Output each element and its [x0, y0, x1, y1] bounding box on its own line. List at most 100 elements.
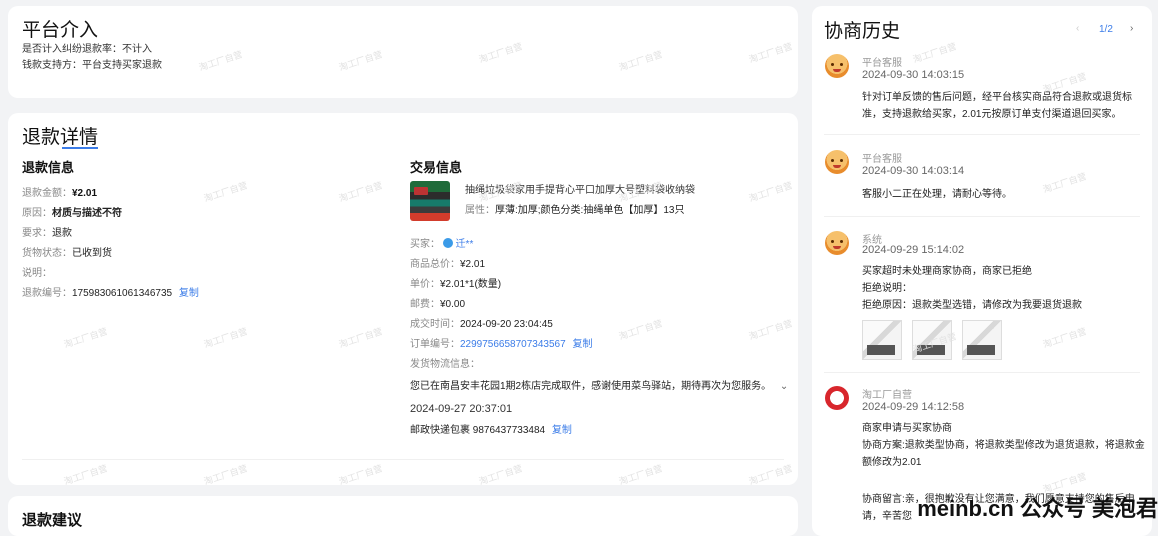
watermark: 淘工厂自营: [202, 463, 249, 485]
history-divider: [824, 372, 1140, 373]
postage-value: ¥0.00: [440, 299, 466, 310]
logistics-time: 2024-09-27 20:37:01: [410, 403, 513, 415]
refund-amount: ¥2.01: [72, 188, 98, 199]
history-divider: [824, 134, 1140, 135]
unit-label: 单价：: [410, 279, 440, 290]
watermark: 淘工厂自营: [62, 326, 109, 350]
history-time: 2024-09-29 14:12:58: [862, 401, 965, 413]
buyer-avatar-icon: [442, 238, 453, 248]
history-time: 2024-09-29 15:14:02: [862, 244, 965, 256]
fund-support-line: 钱款支持方：平台支持买家退款: [22, 60, 162, 71]
history-divider: [824, 216, 1140, 217]
logistics-message: 您已在南昌安丰花园1期2栋店完成取件，感谢使用菜鸟驿站，期待再次为您服务。 ⌄: [410, 377, 788, 397]
evidence-image-3[interactable]: [962, 320, 1002, 360]
watermark: 淘工厂自营: [337, 463, 384, 485]
total-value: ¥2.01: [460, 259, 486, 270]
history-text: 商家申请与买家协商: [862, 423, 952, 434]
copy-express-no-button[interactable]: 复制: [552, 425, 572, 436]
dispute-rate-line: 是否计入纠纷退款率：不计入: [22, 44, 152, 55]
history-author: 平台客服: [862, 58, 902, 69]
buyer-name[interactable]: 迁**: [456, 239, 474, 250]
unit-value: ¥2.01*1(数量): [440, 279, 502, 290]
refund-detail-title-text: 退款详情: [22, 127, 99, 148]
watermark: 淘工厂自营: [747, 463, 794, 485]
platform-title: 平台介入: [22, 20, 99, 41]
history-title: 协商历史: [824, 21, 901, 42]
watermark: 淘工厂自营: [337, 180, 384, 204]
watermark: 淘工厂自营: [911, 41, 958, 65]
watermark: 淘工厂自营: [617, 463, 664, 485]
attr-value: 厚薄:加厚;颜色分类:抽绳单色【加厚】13只: [495, 205, 685, 216]
logistics-label: 发货物流信息：: [410, 355, 480, 375]
pager-next-icon[interactable]: ›: [1130, 23, 1133, 34]
evidence-image-2[interactable]: [912, 320, 952, 360]
watermark: 淘工厂自营: [747, 318, 794, 342]
watermark: 淘工厂自营: [617, 318, 664, 342]
refund-amount-row: 退款金额：¥2.01: [22, 184, 97, 204]
logistics-label-text: 发货物流信息：: [410, 359, 480, 370]
history-time: 2024-09-30 14:03:15: [862, 69, 965, 81]
request-row: 要求：退款: [22, 224, 72, 244]
order-no-label: 订单编号：: [410, 339, 460, 350]
attr-label: 属性：: [465, 205, 495, 216]
section-divider: [22, 459, 784, 460]
watermark: 淘工厂自营: [337, 49, 384, 73]
express-label: 邮政快递包裹: [410, 425, 470, 436]
deal-time-value: 2024-09-20 23:04:45: [460, 319, 553, 330]
watermark: 淘工厂自营: [747, 41, 794, 65]
total-row: 商品总价：¥2.01: [410, 255, 485, 275]
history-text: 针对订单反馈的售后问题，经平台核实商品符合退款或退货标: [862, 92, 1132, 103]
reason-label: 原因：: [22, 208, 52, 219]
history-text: 买家超时未处理商家协商，商家已拒绝: [862, 266, 1032, 277]
total-label: 商品总价：: [410, 259, 460, 270]
refund-no-label: 退款编号：: [22, 288, 72, 299]
postage-label: 邮费：: [410, 299, 440, 310]
history-text: 协商方案:退款类型协商，将退款类型修改为退货退款，将退款金: [862, 440, 1145, 451]
refund-no-row: 退款编号：175983061061346735 复制: [22, 284, 199, 304]
product-name[interactable]: 抽绳垃圾袋家用手提背心平口加厚大号塑料袋收纳袋: [465, 181, 695, 201]
goods-status-value: 已收到货: [72, 248, 112, 259]
watermark: 淘工厂自营: [202, 326, 249, 350]
goods-status-label: 货物状态：: [22, 248, 72, 259]
refund-amount-label: 退款金额：: [22, 188, 72, 199]
copy-order-no-button[interactable]: 复制: [572, 339, 592, 350]
pager-indicator: 1/2: [1099, 24, 1113, 35]
support-avatar: [825, 150, 849, 174]
history-text: 准，支持退款给买家，2.01元按原订单支付渠道退回买家。: [862, 109, 1122, 120]
watermark: 淘工厂自营: [202, 180, 249, 204]
brand-overlay: meinb.cn 公众号 美泡君: [917, 496, 1158, 521]
refund-detail-card: 退款详情 退款信息 退款金额：¥2.01 原因：材质与描述不符 要求：退款 货物…: [8, 113, 798, 485]
watermark: 淘工厂自营: [477, 41, 524, 65]
goods-status-row: 货物状态：已收到货: [22, 244, 112, 264]
request-value: 退款: [52, 228, 72, 239]
support-avatar: [825, 54, 849, 78]
history-text: 拒绝原因：退款类型选错，请修改为我要退货退款: [862, 300, 1082, 311]
watermark: 淘工厂自营: [337, 326, 384, 350]
reason-row: 原因：材质与描述不符: [22, 204, 122, 224]
request-label: 要求：: [22, 228, 52, 239]
evidence-image-1[interactable]: [862, 320, 902, 360]
watermark: 淘工厂自营: [1041, 171, 1088, 195]
platform-card: 平台介入 是否计入纠纷退款率：不计入 钱款支持方：平台支持买家退款 淘工厂自营 …: [8, 6, 798, 98]
watermark: 淘工厂自营: [477, 463, 524, 485]
title-underline: [62, 147, 98, 149]
system-avatar: [825, 231, 849, 255]
express-no: 9876437733484: [472, 425, 546, 436]
logistics-message-text: 您已在南昌安丰花园1期2栋店完成取件，感谢使用菜鸟驿站，期待再次为您服务。: [410, 381, 772, 392]
order-no-row: 订单编号：2299756658707343567 复制: [410, 335, 592, 355]
refund-suggestion-card: 退款建议: [8, 496, 798, 536]
watermark: 淘工厂自营: [62, 463, 109, 485]
buyer-row: 买家： 迁**: [410, 235, 473, 255]
order-no[interactable]: 2299756658707343567: [460, 339, 566, 350]
expand-chevron-icon[interactable]: ⌄: [780, 381, 788, 392]
product-attr-row: 属性：厚薄:加厚;颜色分类:抽绳单色【加厚】13只: [465, 201, 684, 221]
watermark: 淘工厂自营: [197, 49, 244, 73]
refund-detail-title: 退款详情: [22, 122, 98, 149]
express-row: 邮政快递包裹 9876437733484 复制: [410, 421, 572, 441]
reason-value: 材质与描述不符: [52, 208, 122, 219]
refund-no: 175983061061346735: [72, 288, 173, 299]
watermark: 淘工厂自营: [747, 180, 794, 204]
pager-prev-icon[interactable]: ‹: [1076, 23, 1079, 34]
copy-refund-no-button[interactable]: 复制: [179, 288, 199, 299]
product-thumbnail[interactable]: [410, 181, 450, 221]
